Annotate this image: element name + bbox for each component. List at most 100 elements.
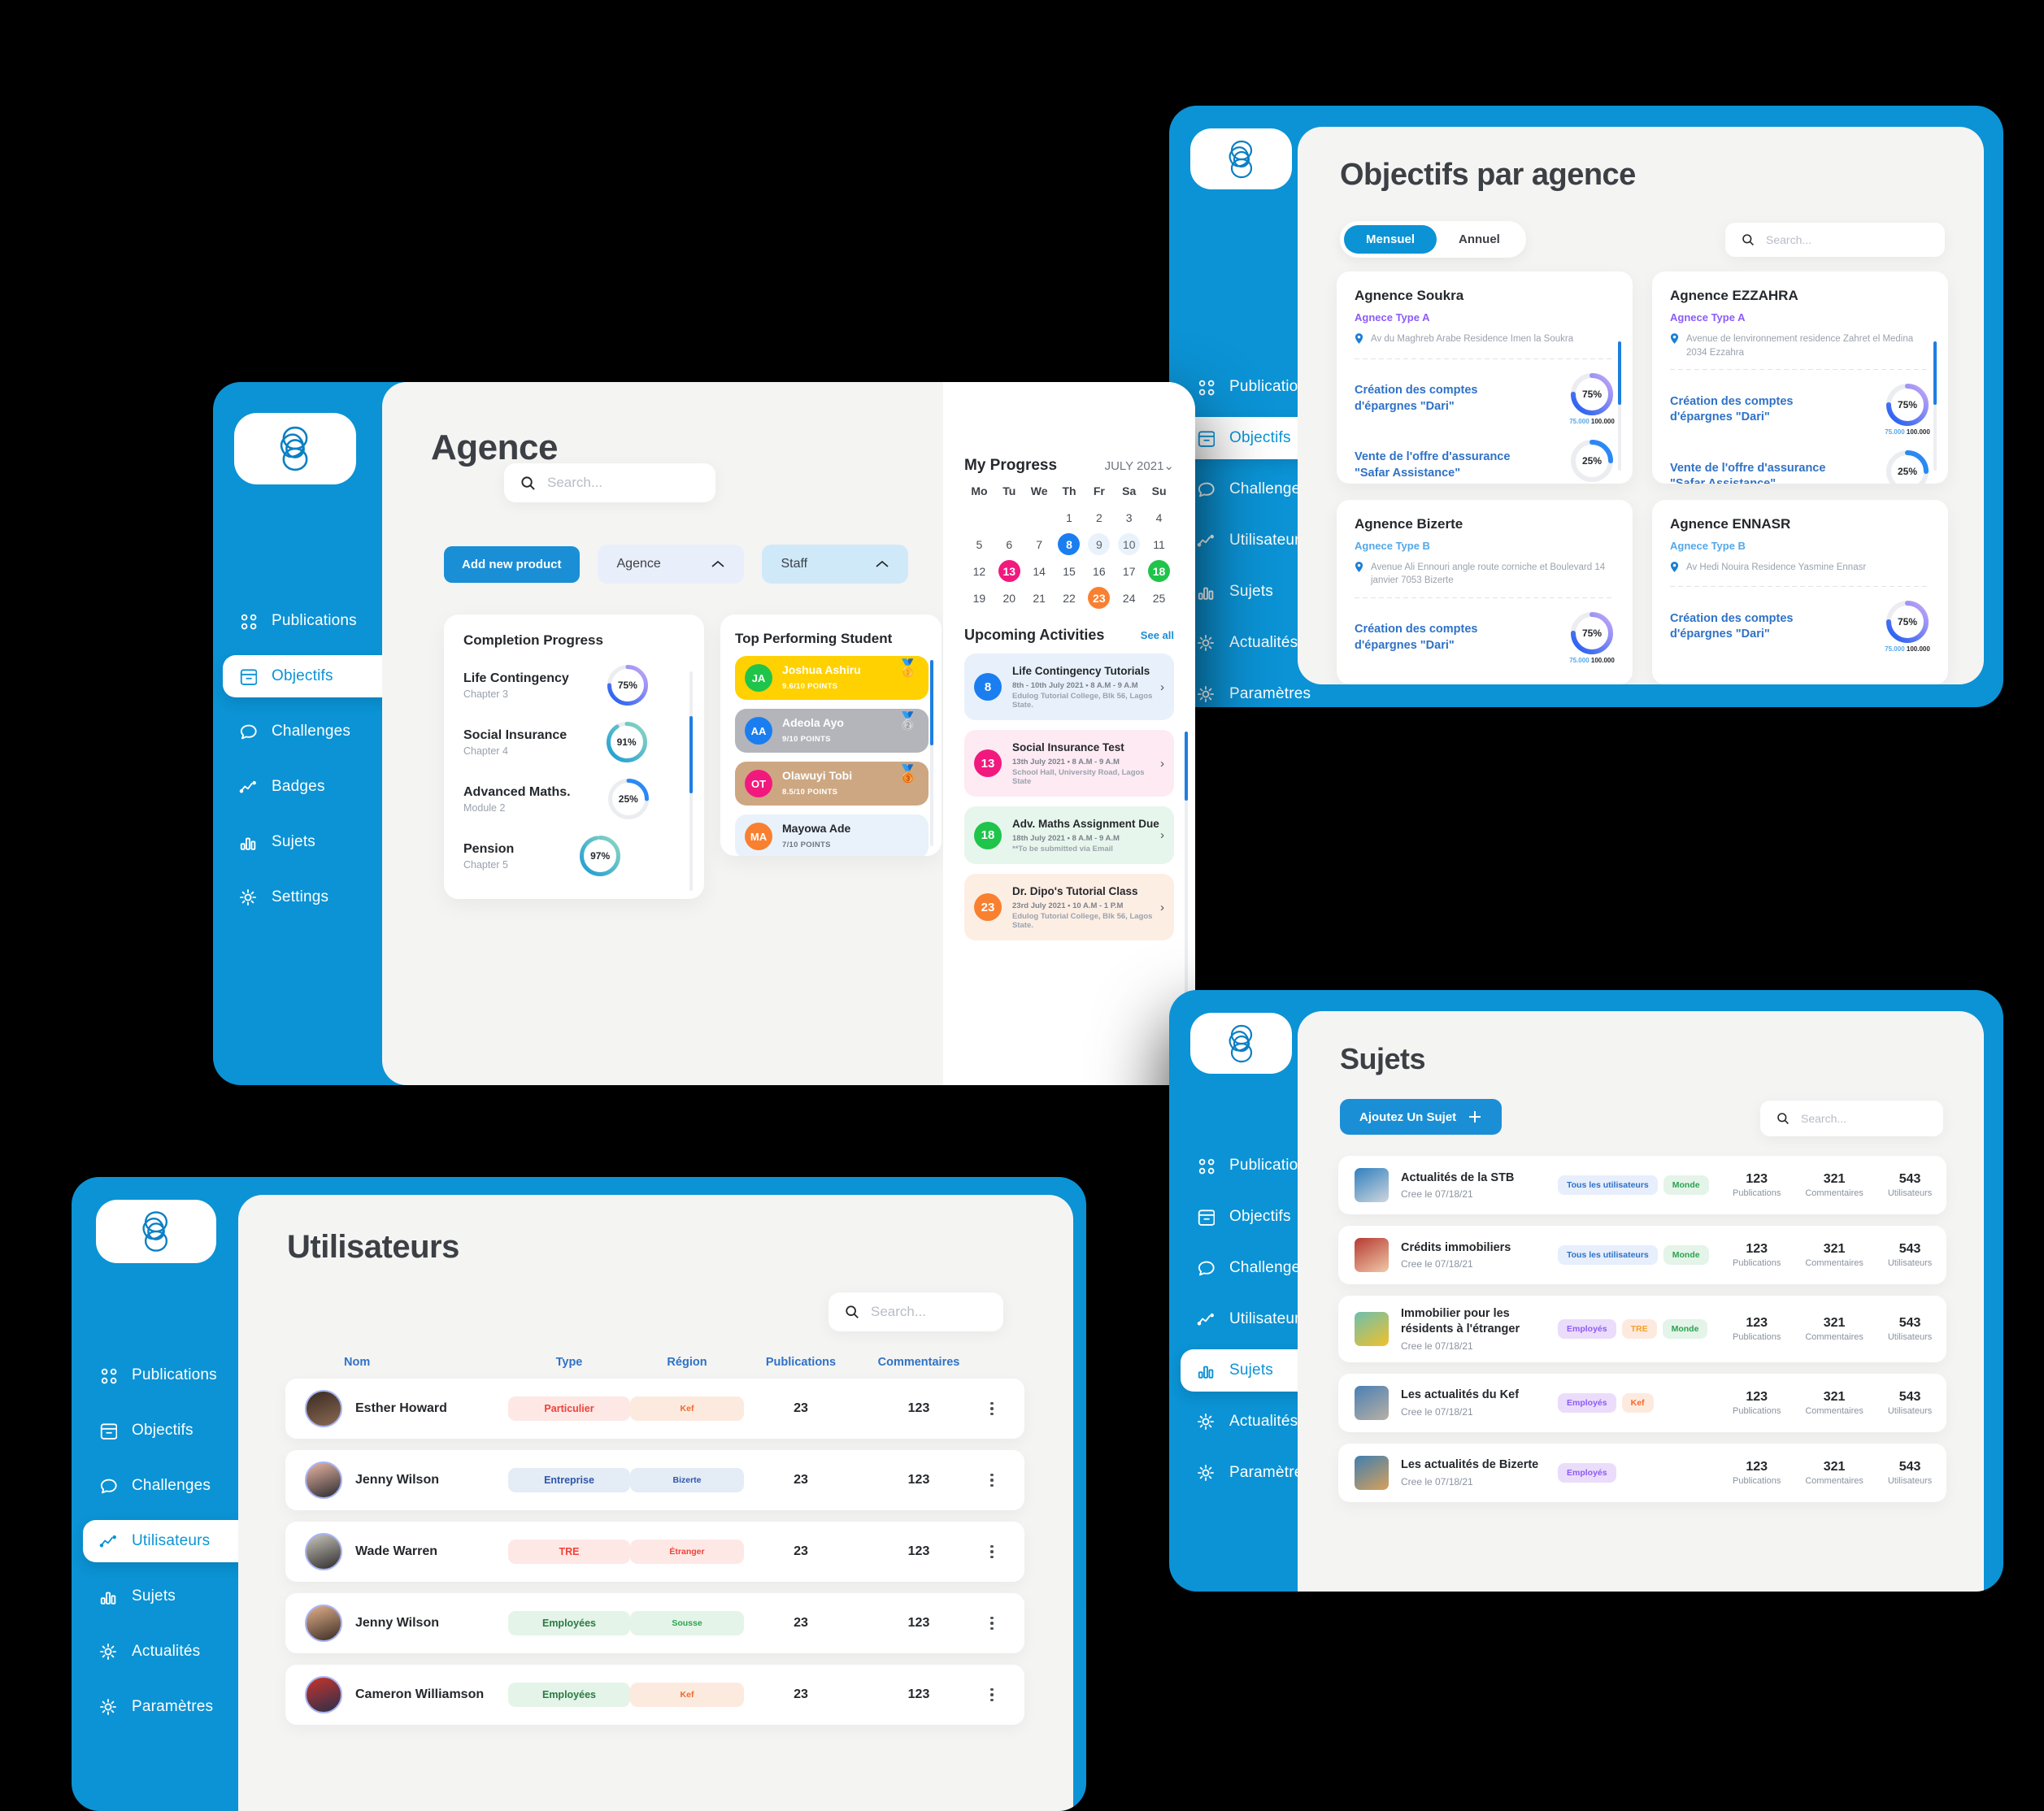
student-item[interactable]: JA Joshua Ashiru 9.6/10 POINTS 🥇: [735, 656, 928, 700]
sujet-tag[interactable]: Tous les utilisateurs: [1558, 1245, 1658, 1265]
calendar-cell[interactable]: 12: [964, 560, 994, 582]
sujet-tag[interactable]: Employés: [1558, 1392, 1616, 1413]
scrollbar-track[interactable]: [1933, 341, 1937, 471]
sidebar-item-publications[interactable]: Publications: [223, 600, 398, 642]
student-item[interactable]: MA Mayowa Ade 7/10 POINTS: [735, 814, 928, 856]
sujet-row[interactable]: Actualités de la STB Cree le 07/18/21 Tous…: [1338, 1156, 1946, 1214]
see-all-link[interactable]: See all: [1141, 629, 1174, 641]
calendar-cell[interactable]: 24: [1114, 587, 1144, 609]
chevron-right-icon[interactable]: ›: [1160, 901, 1164, 914]
calendar-cell[interactable]: 7: [1024, 533, 1055, 555]
calendar-cell[interactable]: 4: [1144, 506, 1174, 528]
calendar-cell[interactable]: 19: [964, 587, 994, 609]
sujet-tag[interactable]: Employés: [1558, 1318, 1616, 1339]
app-logo[interactable]: [1190, 1013, 1292, 1074]
row-menu-button[interactable]: [980, 1616, 1004, 1631]
sujet-tag[interactable]: Kef: [1621, 1392, 1654, 1413]
sidebar-item-challenges[interactable]: Challenges: [223, 710, 398, 753]
sujet-row[interactable]: Les actualités du Kef Cree le 07/18/21 Emp…: [1338, 1373, 1946, 1432]
table-row[interactable]: Esther Howard Particulier Kef 23 123: [285, 1379, 1024, 1439]
sujet-tag[interactable]: TRE: [1621, 1318, 1657, 1339]
calendar-cell[interactable]: 2: [1084, 506, 1114, 528]
table-row[interactable]: Jenny Wilson Entreprise Bizerte 23 123: [285, 1450, 1024, 1510]
table-row[interactable]: Cameron Williamson Employées Kef 23 123: [285, 1665, 1024, 1725]
chevron-right-icon[interactable]: ›: [1160, 680, 1164, 694]
sujet-tag[interactable]: Employés: [1558, 1462, 1616, 1483]
agency-card[interactable]: Agnence Soukra Agnece Type A Av du Maghreb…: [1337, 271, 1633, 484]
calendar-cell[interactable]: 21: [1024, 587, 1055, 609]
chevron-right-icon[interactable]: ›: [1160, 757, 1164, 771]
sidebar-item-badges[interactable]: Badges: [223, 766, 398, 808]
row-menu-button[interactable]: [980, 1544, 1004, 1559]
activity-item[interactable]: 23 Dr. Dipo's Tutorial Class 23rd July 202…: [964, 874, 1174, 940]
student-item[interactable]: AA Adeola Ayo 9/10 POINTS 🥈: [735, 709, 928, 753]
activity-item[interactable]: 13 Social Insurance Test 13th July 2021 • …: [964, 730, 1174, 797]
scrollbar-thumb[interactable]: [1933, 341, 1937, 405]
agency-card[interactable]: Agnence ENNASR Agnece Type B Av Hedi Nouir…: [1652, 499, 1948, 684]
scrollbar-track[interactable]: [1618, 341, 1621, 471]
app-logo[interactable]: [234, 413, 356, 484]
sidebar-item-utilisateurs[interactable]: Utilisateurs: [83, 1520, 255, 1562]
search-input[interactable]: Search...: [504, 463, 715, 502]
calendar-cell[interactable]: 5: [964, 533, 994, 555]
calendar-cell[interactable]: 20: [994, 587, 1024, 609]
sidebar-item-challenges[interactable]: Challenges: [83, 1465, 255, 1507]
sidebar-item-sujets[interactable]: Sujets: [83, 1575, 255, 1618]
search-input[interactable]: Search...: [1725, 223, 1945, 257]
add-sujet-button[interactable]: Ajoutez Un Sujet: [1340, 1099, 1503, 1135]
sidebar-item-objectifs[interactable]: Objectifs: [223, 655, 398, 697]
calendar-cell[interactable]: 14: [1024, 560, 1055, 582]
calendar-cell[interactable]: 11: [1144, 533, 1174, 555]
sidebar-item-actualits[interactable]: Actualités: [83, 1631, 255, 1673]
calendar-cell[interactable]: 3: [1114, 506, 1144, 528]
segment-annuel[interactable]: Annuel: [1437, 225, 1522, 254]
sujet-tag[interactable]: Tous les utilisateurs: [1558, 1175, 1658, 1195]
sujet-row[interactable]: Immobilier pour les résidents à l'étrang…: [1338, 1296, 1946, 1362]
table-row[interactable]: Wade Warren TRE Étranger 23 123: [285, 1522, 1024, 1582]
scrollbar-thumb[interactable]: [689, 716, 693, 793]
sidebar-item-settings[interactable]: Settings: [223, 876, 398, 919]
scrollbar-thumb[interactable]: [930, 660, 933, 745]
sujet-tag[interactable]: Monde: [1663, 1245, 1709, 1265]
row-menu-button[interactable]: [980, 1473, 1004, 1487]
search-input[interactable]: Search...: [828, 1292, 1003, 1331]
calendar-cell[interactable]: 6: [994, 533, 1024, 555]
app-logo[interactable]: [1190, 128, 1292, 189]
scrollbar-thumb[interactable]: [1618, 341, 1621, 405]
calendar-cell[interactable]: 16: [1084, 560, 1114, 582]
row-menu-button[interactable]: [980, 1401, 1004, 1416]
search-input[interactable]: Search...: [1760, 1101, 1943, 1136]
chevron-right-icon[interactable]: ›: [1160, 828, 1164, 842]
calendar-cell[interactable]: 22: [1055, 587, 1085, 609]
scrollbar-track[interactable]: [689, 671, 693, 891]
sujet-row[interactable]: Crédits immobiliers Cree le 07/18/21 Tous …: [1338, 1226, 1946, 1284]
sidebar-item-paramtres[interactable]: Paramètres: [83, 1686, 255, 1728]
table-row[interactable]: Jenny Wilson Employées Sousse 23 123: [285, 1593, 1024, 1653]
app-logo[interactable]: [96, 1200, 216, 1263]
activity-item[interactable]: 8 Life Contingency Tutorials 8th - 10th Ju…: [964, 654, 1174, 720]
segment-mensuel[interactable]: Mensuel: [1344, 225, 1437, 254]
sidebar-item-publications[interactable]: Publications: [83, 1354, 255, 1396]
sidebar-item-objectifs[interactable]: Objectifs: [83, 1409, 255, 1452]
activity-item[interactable]: 18 Adv. Maths Assignment Due 18th July 202…: [964, 806, 1174, 864]
calendar-cell[interactable]: 15: [1055, 560, 1085, 582]
agence-dropdown[interactable]: Agence: [597, 545, 744, 584]
sujet-tag[interactable]: Monde: [1662, 1318, 1708, 1339]
student-item[interactable]: OT Olawuyi Tobi 8.5/10 POINTS 🥉: [735, 762, 928, 806]
sidebar-item-sujets[interactable]: Sujets: [223, 821, 398, 863]
calendar-month-selector[interactable]: JULY 2021⌄: [1105, 458, 1174, 473]
agency-card[interactable]: Agnence EZZAHRA Agnece Type A Avenue de le…: [1652, 271, 1948, 484]
calendar-cell[interactable]: 1: [1055, 506, 1085, 528]
staff-dropdown[interactable]: Staff: [761, 545, 908, 584]
calendar-cell[interactable]: 23: [1084, 587, 1114, 609]
row-menu-button[interactable]: [980, 1687, 1004, 1702]
calendar-cell[interactable]: 10: [1114, 533, 1144, 555]
calendar-cell[interactable]: 13: [994, 560, 1024, 582]
scrollbar-thumb[interactable]: [1185, 732, 1188, 801]
agency-card[interactable]: Agnence Bizerte Agnece Type B Avenue Ali E…: [1337, 499, 1633, 684]
calendar-cell[interactable]: 9: [1084, 533, 1114, 555]
add-new-product-button[interactable]: Add new product: [444, 545, 580, 583]
scrollbar-track[interactable]: [930, 660, 933, 846]
calendar-cell[interactable]: 17: [1114, 560, 1144, 582]
calendar-cell[interactable]: 8: [1055, 533, 1085, 555]
